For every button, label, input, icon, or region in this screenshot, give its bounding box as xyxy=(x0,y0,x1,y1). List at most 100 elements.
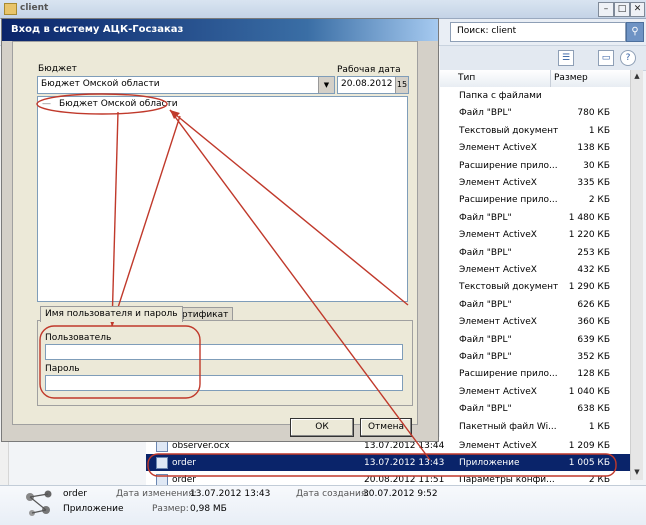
date-picker[interactable]: 20.08.2012 15 xyxy=(337,76,409,94)
close-button[interactable]: ✕ xyxy=(630,2,645,17)
tree-branch-icon: — xyxy=(42,99,51,109)
dialog-titlebar: Вход в систему АЦК-Госзаказ xyxy=(2,19,438,41)
row-type: Текстовый документ xyxy=(459,282,559,293)
table-row[interactable]: Элемент ActiveX 335 КБ xyxy=(440,174,630,191)
budget-tree: — Бюджет Омской области xyxy=(37,96,408,302)
table-row[interactable]: Текстовый документ 1 КБ xyxy=(440,122,630,139)
table-row[interactable]: Файл "BPL" 1 480 КБ xyxy=(440,209,630,226)
row-date: 13.07.2012 13:43 xyxy=(364,458,445,468)
table-row[interactable]: Файл "BPL" 780 КБ xyxy=(440,104,630,121)
row-size: 1 290 КБ xyxy=(568,282,610,293)
minimize-button[interactable]: – xyxy=(598,2,614,17)
table-row[interactable]: Текстовый документ 1 290 КБ xyxy=(440,278,630,295)
row-size: 335 КБ xyxy=(577,178,610,188)
search-input[interactable]: Поиск: client xyxy=(450,22,626,42)
row-size: 1 209 КБ xyxy=(568,441,610,451)
row-size: 432 КБ xyxy=(577,265,610,275)
row-type: Файл "BPL" xyxy=(459,108,512,119)
dialog-title: Вход в систему АЦК-Госзаказ xyxy=(11,24,184,35)
budget-select[interactable]: Бюджет Омской области ▼ xyxy=(37,76,335,94)
row-size: 352 КБ xyxy=(577,352,610,362)
explorer-title: client xyxy=(20,3,49,13)
row-type: Параметры конфи... xyxy=(459,475,555,485)
file-list-lower: observer.ocx 13.07.2012 13:44 Элемент Acti… xyxy=(146,437,630,486)
details-created-label: Дата создания: xyxy=(296,489,370,499)
row-size: 30 КБ xyxy=(583,160,610,171)
file-icon xyxy=(156,457,168,469)
application-icon xyxy=(26,490,52,516)
tab-login-password[interactable]: Имя пользователя и пароль xyxy=(40,306,183,322)
preview-pane-icon[interactable]: ▭ xyxy=(598,50,614,66)
row-type: Файл "BPL" xyxy=(459,247,512,258)
ok-button[interactable]: ОК xyxy=(290,418,354,437)
row-type: Пакетный файл Wi... xyxy=(459,421,557,432)
row-name: order xyxy=(172,475,196,485)
table-row[interactable]: Пакетный файл Wi... 1 КБ xyxy=(440,418,630,435)
row-type: Расширение прило... xyxy=(459,160,558,171)
search-icon[interactable]: ⚲ xyxy=(626,22,644,42)
row-date: 13.07.2012 13:44 xyxy=(364,441,445,451)
details-name: order xyxy=(63,489,87,499)
row-type: Файл "BPL" xyxy=(459,404,512,415)
row-size: 253 КБ xyxy=(577,247,610,258)
details-kind: Приложение xyxy=(63,504,124,514)
calendar-icon[interactable]: 15 xyxy=(395,77,408,93)
table-row[interactable]: Файл "BPL" 352 КБ xyxy=(440,348,630,365)
table-row[interactable]: Файл "BPL" 639 КБ xyxy=(440,331,630,348)
table-row[interactable]: Элемент ActiveX 432 КБ xyxy=(440,261,630,278)
row-size: 1 220 КБ xyxy=(568,230,610,241)
row-size: 138 КБ xyxy=(577,143,610,154)
row-date: 20.08.2012 11:51 xyxy=(364,475,445,485)
table-row[interactable]: Папка с файлами xyxy=(440,87,630,104)
row-type: Расширение прило... xyxy=(459,195,558,206)
selected-file-row[interactable]: order 13.07.2012 13:43 Приложение 1 005 КБ xyxy=(146,454,630,471)
row-type: Элемент ActiveX xyxy=(459,317,537,328)
table-row[interactable]: Элемент ActiveX 138 КБ xyxy=(440,139,630,156)
user-label: Пользователь xyxy=(45,333,112,343)
details-pane: order Приложение Дата изменения: 13.07.2… xyxy=(0,485,646,525)
tree-item-budget[interactable]: Бюджет Омской области xyxy=(59,99,178,109)
details-size-label: Размер: xyxy=(152,504,189,514)
row-type: Элемент ActiveX xyxy=(459,441,537,451)
budget-label: Бюджет xyxy=(38,64,77,74)
table-row[interactable]: Файл "BPL" 626 КБ xyxy=(440,296,630,313)
table-row[interactable]: Расширение прило... 128 КБ xyxy=(440,365,630,382)
search-placeholder: Поиск: client xyxy=(457,26,517,36)
table-row[interactable]: Элемент ActiveX 1 040 КБ xyxy=(440,383,630,400)
column-size[interactable]: Размер xyxy=(554,73,588,83)
row-type: Элемент ActiveX xyxy=(459,386,537,397)
cancel-button[interactable]: Отмена xyxy=(360,418,412,437)
row-size: 2 КБ xyxy=(588,475,610,485)
column-type[interactable]: Тип xyxy=(458,73,475,83)
help-icon[interactable]: ? xyxy=(620,50,636,66)
row-type: Файл "BPL" xyxy=(459,352,512,362)
details-modified-label: Дата изменения: xyxy=(116,489,197,499)
row-type: Элемент ActiveX xyxy=(459,143,537,154)
login-tab-panel: Пользователь Пароль xyxy=(37,320,413,406)
command-bar: ☰ ▭ ? xyxy=(440,46,646,71)
user-input[interactable] xyxy=(45,344,403,360)
row-size: 626 КБ xyxy=(577,299,610,310)
table-row[interactable]: Расширение прило... 2 КБ xyxy=(440,191,630,208)
table-row[interactable]: Файл "BPL" 638 КБ xyxy=(440,400,630,417)
password-input[interactable] xyxy=(45,375,403,391)
row-type: Элемент ActiveX xyxy=(459,178,537,188)
row-size: 1 КБ xyxy=(588,421,610,432)
row-size: 1 005 КБ xyxy=(568,458,610,468)
vertical-scrollbar[interactable]: ▲ ▼ xyxy=(630,70,643,480)
table-row[interactable]: Элемент ActiveX 360 КБ xyxy=(440,313,630,330)
scroll-down-icon[interactable]: ▼ xyxy=(632,468,642,478)
scroll-up-icon[interactable]: ▲ xyxy=(632,72,642,82)
explorer-titlebar: client – □ ✕ xyxy=(0,0,646,19)
row-name: order xyxy=(172,458,196,468)
table-row[interactable]: Элемент ActiveX 1 220 КБ xyxy=(440,226,630,243)
chevron-down-icon[interactable]: ▼ xyxy=(318,77,334,93)
view-options-icon[interactable]: ☰ xyxy=(558,50,574,66)
row-size: 1 040 КБ xyxy=(568,386,610,397)
table-row[interactable]: Расширение прило... 30 КБ xyxy=(440,157,630,174)
row-type: Элемент ActiveX xyxy=(459,230,537,241)
row-type: Приложение xyxy=(459,458,520,468)
row-type: Файл "BPL" xyxy=(459,212,512,223)
table-row[interactable]: Файл "BPL" 253 КБ xyxy=(440,244,630,261)
maximize-button[interactable]: □ xyxy=(614,2,630,17)
